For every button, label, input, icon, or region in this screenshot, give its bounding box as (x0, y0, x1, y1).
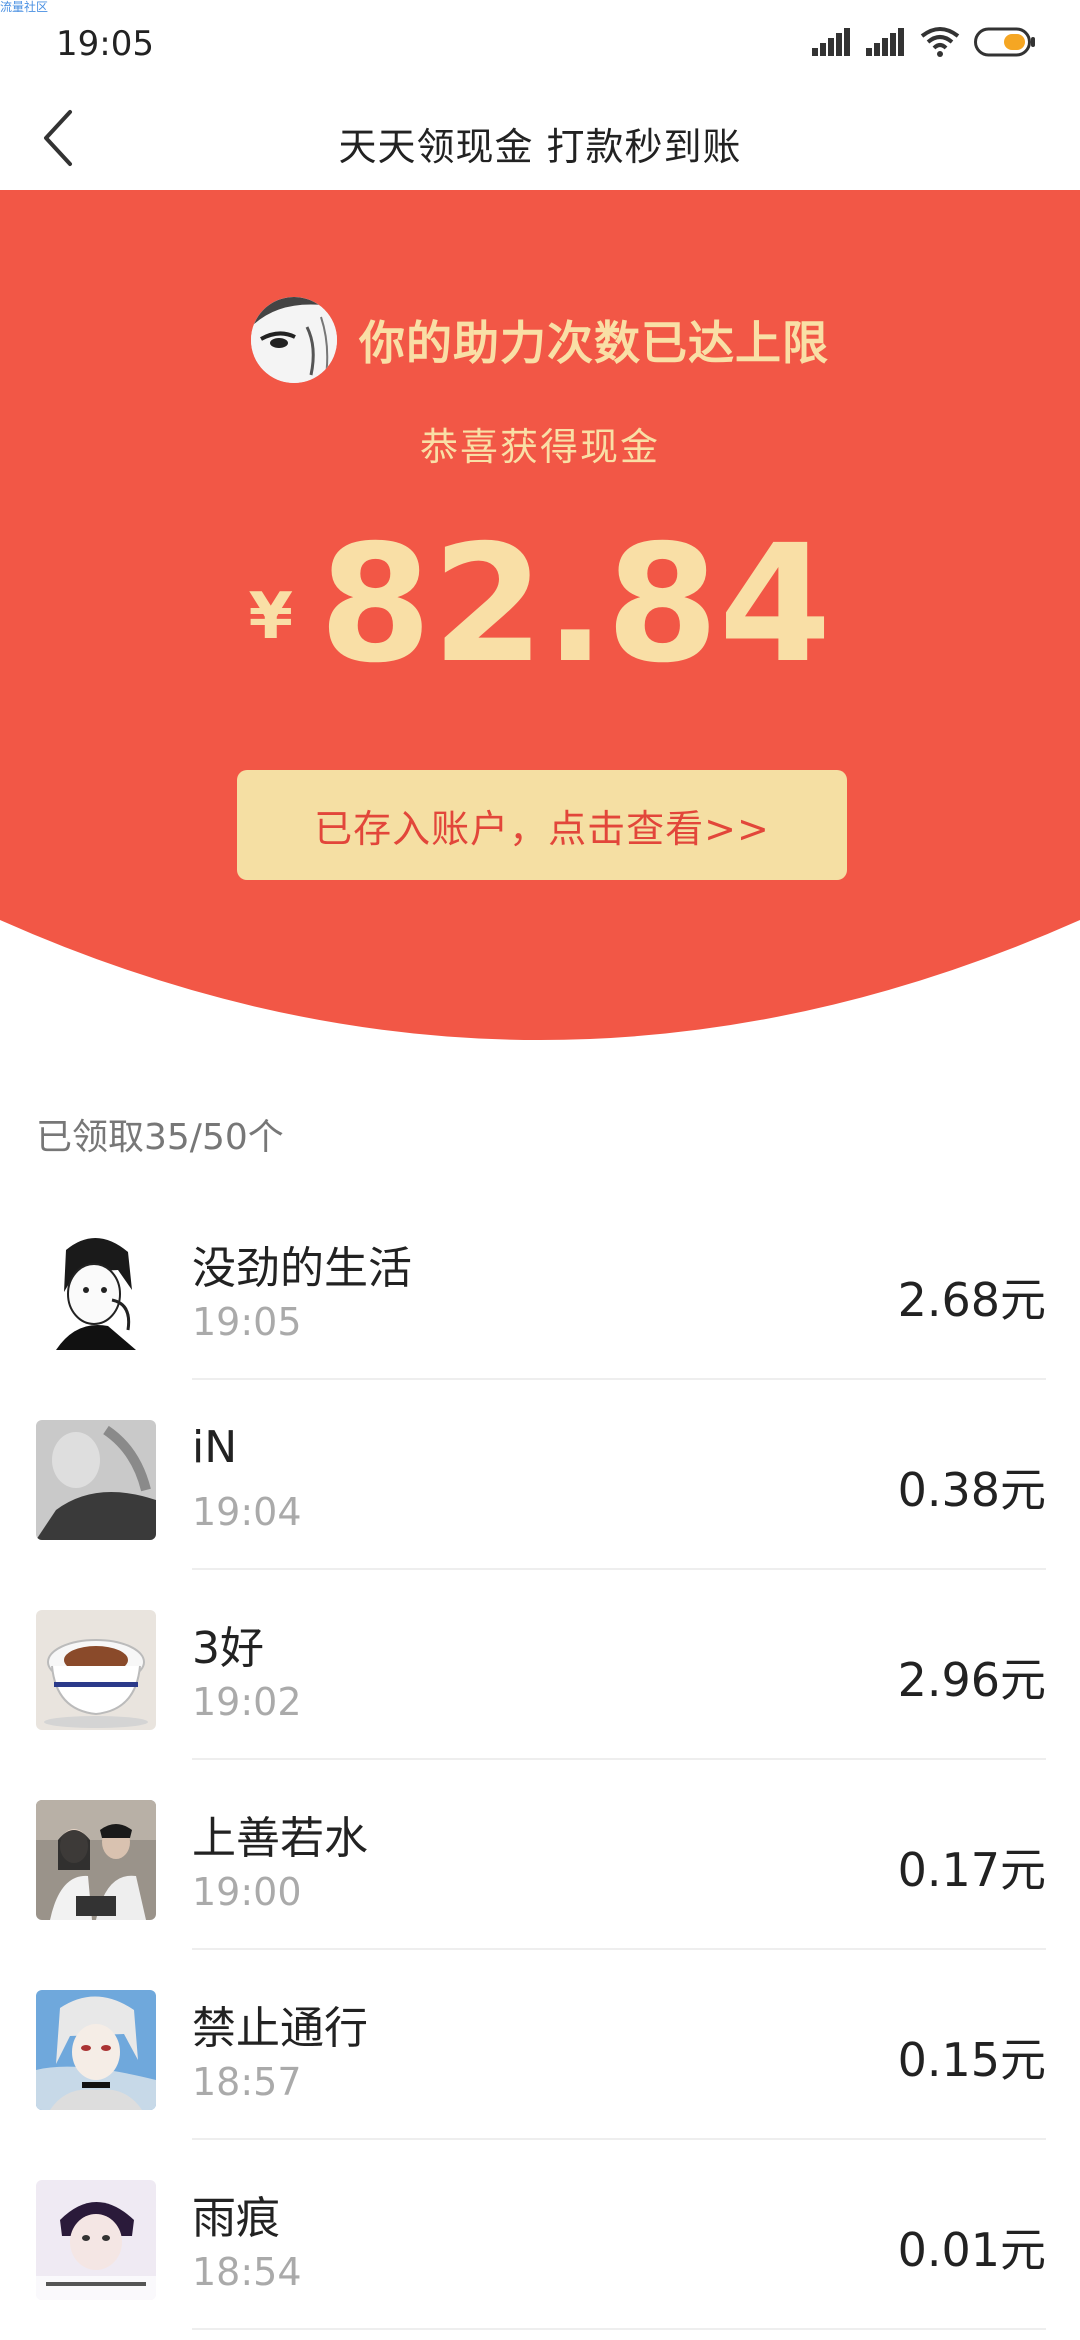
item-time: 19:02 (192, 1680, 302, 1724)
list-item: 上善若水 19:00 0.17元 (0, 1760, 1080, 1950)
item-time: 18:57 (192, 2060, 302, 2104)
status-time: 19:05 (56, 24, 154, 64)
item-amount: 0.15元 (897, 2033, 1046, 2087)
list-item: 禁止通行 18:57 0.15元 (0, 1950, 1080, 2140)
item-amount: 2.96元 (897, 1653, 1046, 1707)
claimed-count: 已领取35/50个 (36, 1117, 284, 1158)
item-time: 19:05 (192, 1300, 302, 1344)
watermark: 流量社区 (0, 0, 49, 14)
amount-row: ¥ 82.84 (0, 511, 1080, 699)
claim-list: 没劲的生活 19:05 2.68元 iN 19:04 0.38元 3好 19:0… (0, 1190, 1080, 2330)
limit-message: 你的助力次数已达上限 (359, 316, 829, 370)
limit-row: 你的助力次数已达上限 (0, 294, 1080, 386)
list-item: 3好 19:02 2.96元 (0, 1570, 1080, 1760)
wifi-icon (920, 26, 960, 62)
cash-amount: 82.84 (319, 511, 832, 699)
item-name: 上善若水 (192, 1813, 368, 1864)
list-item: iN 19:04 0.38元 (0, 1380, 1080, 1570)
item-name: iN (192, 1422, 238, 1473)
list-item: 没劲的生活 19:05 2.68元 (0, 1190, 1080, 1380)
item-time: 19:04 (192, 1490, 302, 1534)
user-avatar (251, 297, 337, 383)
avatar (36, 1990, 156, 2110)
signal-icon (812, 28, 852, 60)
item-time: 19:00 (192, 1870, 302, 1914)
status-bar: 流量社区 19:05 (0, 0, 1080, 90)
signal-icon (866, 28, 906, 60)
view-account-button[interactable]: 已存入账户，点击查看>> (237, 770, 847, 880)
divider (192, 2328, 1046, 2330)
page-title: 天天领现金 打款秒到账 (338, 125, 742, 169)
item-amount: 0.38元 (897, 1463, 1046, 1517)
congrats-text: 恭喜获得现金 (419, 425, 660, 469)
avatar (36, 1610, 156, 1730)
currency-symbol: ¥ (248, 580, 294, 654)
avatar (36, 2180, 156, 2300)
avatar (36, 1800, 156, 1920)
list-item: 雨痕 18:54 0.01元 (0, 2140, 1080, 2330)
item-time: 18:54 (192, 2250, 302, 2294)
avatar (36, 1420, 156, 1540)
item-amount: 0.17元 (897, 1843, 1046, 1897)
reward-header: 你的助力次数已达上限 恭喜获得现金 ¥ 82.84 已存入账户，点击查看>> (0, 190, 1080, 1040)
item-name: 没劲的生活 (192, 1243, 412, 1294)
item-amount: 2.68元 (897, 1273, 1046, 1327)
item-amount: 0.01元 (897, 2223, 1046, 2277)
avatar (36, 1230, 156, 1350)
item-name: 禁止通行 (192, 2003, 368, 2054)
status-icons (812, 22, 1036, 66)
item-name: 3好 (192, 1623, 264, 1674)
nav-bar: 天天领现金 打款秒到账 (0, 90, 1080, 190)
item-name: 雨痕 (192, 2193, 280, 2244)
battery-icon (974, 27, 1036, 61)
